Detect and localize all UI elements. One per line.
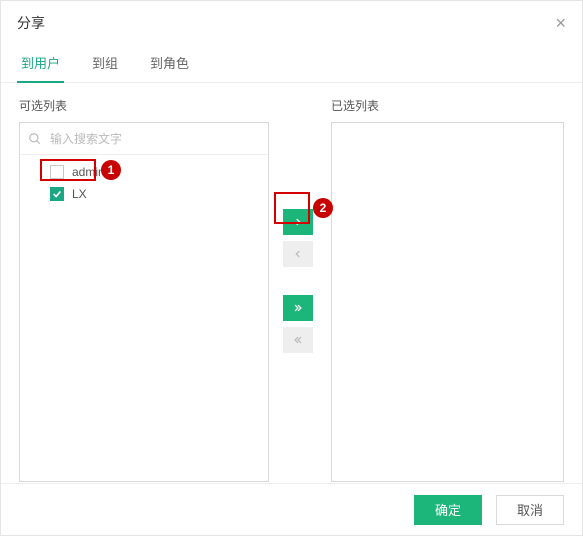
tab-to-role[interactable]: 到角色	[148, 45, 191, 82]
list-item-label: LX	[72, 187, 87, 201]
add-all-button[interactable]	[283, 295, 313, 321]
add-button[interactable]	[283, 209, 313, 235]
transfer-controls	[269, 97, 327, 482]
selected-list	[331, 122, 564, 482]
selected-label: 已选列表	[331, 97, 564, 114]
list-item-label: admin	[72, 165, 105, 179]
checkbox[interactable]	[50, 165, 64, 179]
search-input[interactable]	[48, 131, 260, 147]
double-chevron-right-icon	[292, 303, 304, 313]
list-item[interactable]: LX	[20, 183, 268, 205]
tabs: 到用户 到组 到角色	[1, 45, 582, 83]
available-label: 可选列表	[19, 97, 269, 114]
chevron-right-icon	[293, 217, 303, 227]
available-list: admin LX	[19, 122, 269, 482]
close-icon[interactable]: ×	[555, 14, 566, 32]
ok-button[interactable]: 确定	[414, 495, 482, 525]
cancel-button[interactable]: 取消	[496, 495, 564, 525]
remove-all-button[interactable]	[283, 327, 313, 353]
double-chevron-left-icon	[292, 335, 304, 345]
tab-to-user[interactable]: 到用户	[19, 45, 62, 82]
list-item[interactable]: admin	[20, 161, 268, 183]
tab-to-group[interactable]: 到组	[90, 45, 120, 82]
remove-button[interactable]	[283, 241, 313, 267]
checkbox[interactable]	[50, 187, 64, 201]
chevron-left-icon	[293, 249, 303, 259]
search-icon	[28, 132, 42, 146]
dialog-title: 分享	[17, 13, 45, 33]
